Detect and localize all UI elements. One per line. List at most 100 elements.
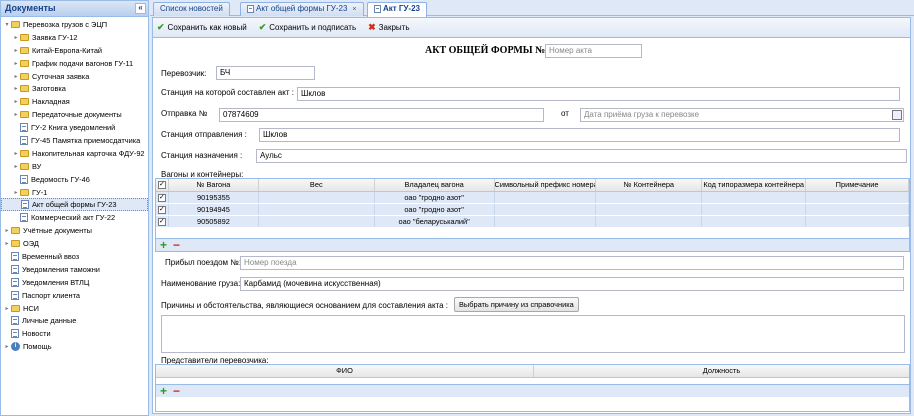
tree-item[interactable]: ▸ Накладная — [1, 95, 148, 108]
remove-wagon-icon[interactable]: − — [173, 239, 180, 251]
remove-rep-icon[interactable]: − — [173, 385, 180, 397]
expand-arrow-icon[interactable]: ▸ — [12, 163, 20, 170]
tab-news-list[interactable]: Список новостей — [153, 2, 230, 16]
reps-col-position[interactable]: Должность — [534, 365, 909, 377]
wagons-column-header[interactable]: № Контейнера — [596, 179, 703, 191]
expanded-arrow-icon[interactable]: ▾ — [3, 21, 11, 28]
wagon-cell[interactable] — [702, 216, 807, 227]
train-number-input[interactable]: Номер поезда — [240, 256, 904, 270]
wagon-cell[interactable] — [259, 216, 375, 227]
tree-item[interactable]: ▸ Заготовка — [1, 82, 148, 95]
expand-arrow-icon[interactable]: ▸ — [3, 343, 11, 350]
expand-arrow-icon[interactable]: ▸ — [12, 34, 20, 41]
expand-arrow-icon[interactable]: ▸ — [12, 111, 20, 118]
wagon-cell[interactable]: 90505892 — [169, 216, 259, 227]
tree-item[interactable]: Акт общей формы ГУ-23 — [1, 198, 148, 212]
tree-item[interactable]: ▸ Учётные документы — [1, 224, 148, 237]
reasons-textarea[interactable] — [161, 315, 905, 353]
close-tab-icon[interactable]: × — [352, 6, 356, 13]
shipment-date-input[interactable]: Дата приёма груза к перевозке — [580, 108, 904, 122]
expand-arrow-icon[interactable]: ▸ — [3, 305, 11, 312]
select-all-column[interactable]: ✓ — [156, 179, 169, 191]
tree-item[interactable]: ▸ ГУ-1 — [1, 186, 148, 199]
tree-item[interactable]: ▸ Китай-Европа-Китай — [1, 44, 148, 57]
tree-item[interactable]: Уведомления ВТЛЦ — [1, 276, 148, 289]
wagon-row[interactable]: ✓ 90195355 оао "гродно азот" — [156, 192, 909, 204]
row-checkbox[interactable]: ✓ — [157, 194, 166, 203]
tree-item[interactable]: ▸ Передаточные документы — [1, 108, 148, 121]
expand-arrow-icon[interactable]: ▸ — [12, 85, 20, 92]
wagon-cell[interactable]: оао "беларуськалий" — [375, 216, 495, 227]
add-rep-icon[interactable]: + — [160, 385, 167, 397]
wagon-row[interactable]: ✓ 90194945 оао "гродно азот" — [156, 204, 909, 216]
tree-item[interactable]: ▾ Перевозка грузов с ЭЦП — [1, 18, 148, 31]
choose-reason-button[interactable]: Выбрать причину из справочника — [454, 297, 579, 312]
tree-item[interactable]: Личные данные — [1, 314, 148, 327]
save-and-sign-button[interactable]: ✔ Сохранить и подписать — [259, 22, 356, 33]
add-wagon-icon[interactable]: + — [160, 239, 167, 251]
tree-item[interactable]: Коммерческий акт ГУ-22 — [1, 211, 148, 224]
wagon-cell[interactable] — [495, 192, 597, 203]
expand-arrow-icon[interactable]: ▸ — [3, 240, 11, 247]
tree-item[interactable]: ▸ ВУ — [1, 160, 148, 173]
expand-arrow-icon[interactable]: ▸ — [12, 73, 20, 80]
tree-item[interactable]: ▸ i Помощь — [1, 340, 148, 353]
wagon-cell[interactable] — [702, 192, 807, 203]
wagon-cell[interactable] — [702, 204, 807, 215]
row-checkbox[interactable]: ✓ — [157, 218, 166, 227]
wagons-column-header[interactable]: № Вагона — [169, 179, 259, 191]
tab-act-general-form[interactable]: Акт общей формы ГУ-23 × — [240, 2, 364, 16]
wagon-cell[interactable]: оао "гродно азот" — [375, 204, 495, 215]
row-select-cell[interactable]: ✓ — [156, 192, 169, 203]
wagon-cell[interactable] — [596, 192, 703, 203]
expand-arrow-icon[interactable]: ▸ — [12, 150, 20, 157]
wagon-cell[interactable] — [596, 216, 703, 227]
save-as-new-button[interactable]: ✔ Сохранить как новый — [157, 22, 247, 33]
collapse-sidebar-button[interactable]: « — [135, 3, 146, 14]
wagon-cell[interactable] — [259, 204, 375, 215]
act-number-input[interactable]: Номер акта — [545, 44, 642, 58]
wagons-column-header[interactable]: Вес — [259, 179, 375, 191]
wagon-cell[interactable] — [806, 192, 909, 203]
expand-arrow-icon[interactable]: ▸ — [12, 98, 20, 105]
close-button[interactable]: ✖ Закрыть — [368, 22, 409, 33]
tree-item[interactable]: ▸ График подачи вагонов ГУ-11 — [1, 57, 148, 70]
tree-item[interactable]: Паспорт клиента — [1, 289, 148, 302]
tree-item[interactable]: Временный ввоз — [1, 250, 148, 263]
calendar-icon[interactable] — [892, 110, 902, 120]
row-select-cell[interactable]: ✓ — [156, 216, 169, 227]
wagons-column-header[interactable]: Символьный префикс номера к — [495, 179, 597, 191]
tab-act-gu23[interactable]: Акт ГУ-23 — [367, 2, 427, 17]
expand-arrow-icon[interactable]: ▸ — [12, 60, 20, 67]
tree-item[interactable]: ▸ ОЭД — [1, 237, 148, 250]
expand-arrow-icon[interactable]: ▸ — [3, 227, 11, 234]
wagon-cell[interactable] — [806, 204, 909, 215]
carrier-input[interactable]: БЧ — [216, 66, 315, 80]
expand-arrow-icon[interactable]: ▸ — [12, 189, 20, 196]
departure-station-input[interactable]: Шклов — [259, 128, 900, 142]
expand-arrow-icon[interactable]: ▸ — [12, 47, 20, 54]
destination-station-input[interactable]: Аульс — [256, 149, 907, 163]
wagon-cell[interactable] — [259, 192, 375, 203]
cargo-name-input[interactable]: Карбамид (мочевина искусственная) — [240, 277, 904, 291]
tree-item[interactable]: ГУ-2 Книга уведомлений — [1, 121, 148, 134]
tree-item[interactable]: ▸ Суточная заявка — [1, 70, 148, 83]
wagon-cell[interactable] — [806, 216, 909, 227]
wagon-cell[interactable] — [596, 204, 703, 215]
wagon-row[interactable]: ✓ 90505892 оао "беларуськалий" — [156, 216, 909, 228]
wagons-column-header[interactable]: Владалец вагона — [375, 179, 495, 191]
tree-item[interactable]: ГУ-45 Памятка приемосдатчика — [1, 134, 148, 147]
wagon-cell[interactable] — [495, 216, 597, 227]
wagon-cell[interactable]: оао "гродно азот" — [375, 192, 495, 203]
wagons-column-header[interactable]: Примечание — [806, 179, 909, 191]
row-select-cell[interactable]: ✓ — [156, 204, 169, 215]
row-checkbox[interactable]: ✓ — [157, 206, 166, 215]
wagon-cell[interactable]: 90195355 — [169, 192, 259, 203]
tree-item[interactable]: ▸ НСИ — [1, 302, 148, 315]
shipment-number-input[interactable]: 07874609 — [219, 108, 544, 122]
tree-item[interactable]: Уведомления таможни — [1, 263, 148, 276]
tree-item[interactable]: Ведомость ГУ-46 — [1, 173, 148, 186]
station-compiled-input[interactable]: Шклов — [297, 87, 900, 101]
tree-item[interactable]: ▸ Заявка ГУ-12 — [1, 31, 148, 44]
wagon-cell[interactable]: 90194945 — [169, 204, 259, 215]
